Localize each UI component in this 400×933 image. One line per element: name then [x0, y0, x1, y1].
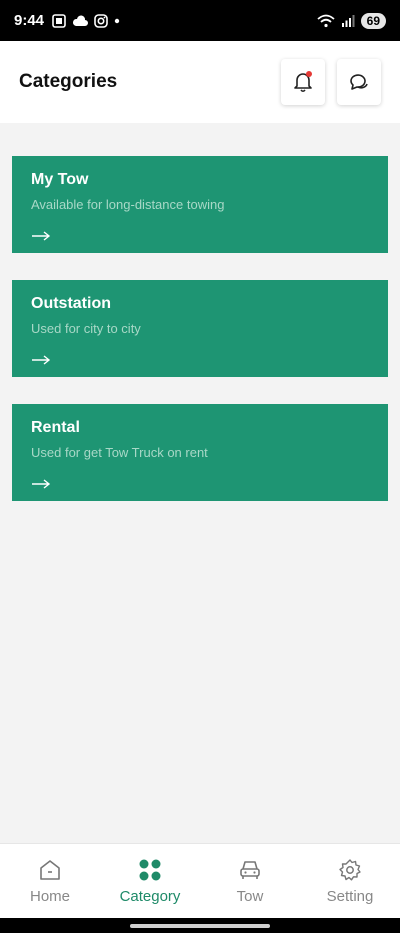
- category-description: Used for get Tow Truck on rent: [31, 445, 208, 460]
- category-list: My Tow Available for long-distance towin…: [0, 123, 400, 843]
- cloud-icon: [72, 14, 89, 26]
- bottom-nav: Home Category Tow Setting: [0, 843, 400, 918]
- category-title: My Tow: [31, 171, 89, 188]
- wifi-icon: [317, 14, 335, 27]
- gesture-bar: [0, 918, 400, 933]
- home-icon: [40, 859, 60, 880]
- gear-icon: [339, 858, 361, 880]
- category-title: Rental: [31, 419, 80, 436]
- nav-label: Tow: [236, 887, 264, 905]
- category-description: Available for long-distance towing: [31, 197, 225, 212]
- chat-button[interactable]: [337, 59, 381, 105]
- notification-button[interactable]: [281, 59, 325, 105]
- status-icons-right: 69: [317, 12, 386, 29]
- arrow-right-icon: [32, 355, 51, 365]
- dot-icon: [114, 18, 120, 23]
- app-header: Categories: [0, 41, 400, 123]
- nav-label: Setting: [326, 887, 374, 905]
- category-card-my-tow[interactable]: My Tow Available for long-distance towin…: [12, 156, 388, 253]
- screenshot-icon: [52, 13, 66, 28]
- chat-icon: [350, 74, 368, 90]
- home-indicator[interactable]: [130, 924, 270, 928]
- signal-icon: [341, 14, 355, 27]
- nav-item-setting[interactable]: Setting: [300, 844, 400, 918]
- nav-item-category[interactable]: Category: [100, 844, 200, 918]
- category-card-rental[interactable]: Rental Used for get Tow Truck on rent: [12, 404, 388, 501]
- instagram-icon: [94, 13, 108, 28]
- nav-item-tow[interactable]: Tow: [200, 844, 300, 918]
- arrow-right-icon: [32, 231, 51, 241]
- nav-label: Home: [29, 887, 70, 905]
- status-time: 9:44: [14, 12, 45, 29]
- arrow-right-icon: [32, 479, 51, 489]
- car-icon: [240, 860, 260, 879]
- nav-item-home[interactable]: Home: [0, 844, 100, 918]
- status-bar: 9:44 69: [0, 0, 400, 41]
- battery-indicator: 69: [360, 12, 386, 29]
- notification-badge: [306, 71, 312, 77]
- category-card-outstation[interactable]: Outstation Used for city to city: [12, 280, 388, 377]
- page-title: Categories: [19, 71, 118, 92]
- category-title: Outstation: [31, 295, 111, 312]
- nav-label: Category: [119, 887, 181, 905]
- header-actions: [281, 59, 381, 105]
- status-icons-left: [52, 13, 120, 28]
- category-description: Used for city to city: [31, 321, 141, 336]
- grid-icon: [139, 859, 161, 880]
